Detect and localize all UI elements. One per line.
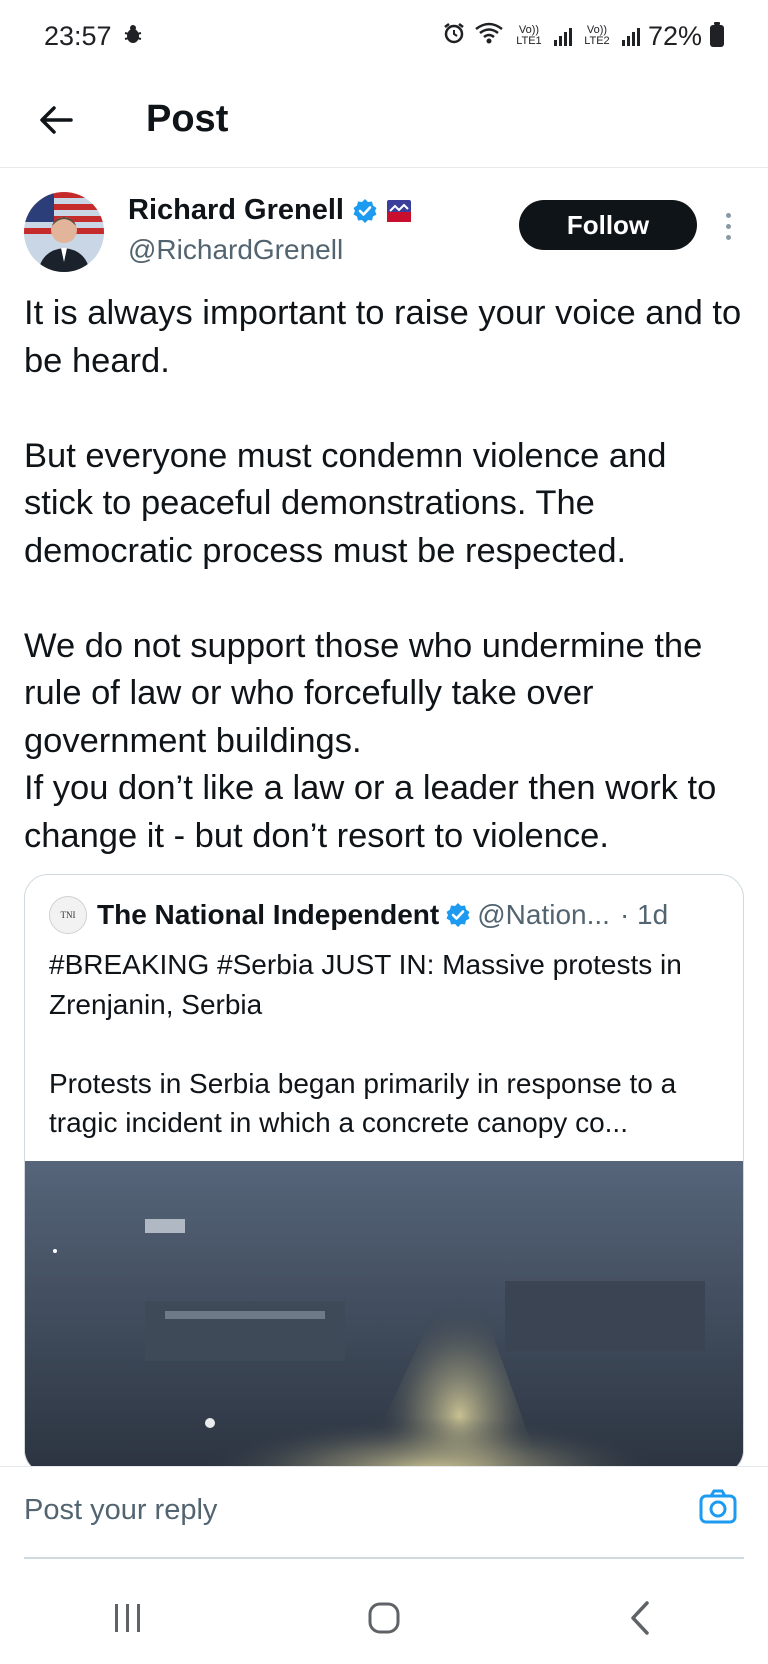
post-paragraph-4: If you don’t like a law or a leader then… — [24, 769, 717, 855]
reply-bar: Post your reply — [0, 1466, 768, 1559]
quoted-author-handle: @Nation... — [477, 899, 610, 930]
post-spacer — [24, 385, 744, 433]
arrow-left-icon — [40, 105, 73, 134]
home-button[interactable] — [354, 1588, 414, 1648]
page-title: Post — [146, 98, 229, 140]
post-paragraph-2: But everyone must condemn violence and s… — [24, 436, 667, 570]
post-author: Richard Grenell @RichardGrenell Follow — [0, 170, 768, 290]
signal-2-icon — [621, 26, 640, 46]
notification-bug-icon — [122, 21, 144, 52]
more-vertical-icon — [725, 212, 731, 240]
wifi-icon — [474, 21, 504, 52]
signal-1-icon — [553, 26, 572, 46]
quoted-paragraph-1: #BREAKING #Serbia JUST IN: Massive prote… — [49, 949, 682, 1020]
quoted-author-name: The National Independent — [97, 899, 440, 930]
camera-icon — [699, 1489, 737, 1524]
battery-icon — [710, 22, 724, 47]
verified-badge-icon — [446, 903, 470, 927]
system-back-button[interactable] — [610, 1588, 670, 1648]
follow-button[interactable]: Follow — [519, 200, 697, 250]
recents-button[interactable] — [98, 1588, 158, 1648]
status-bar: 23:57 Vo)) LTE1 Vo)) LTE2 72% — [0, 0, 768, 72]
more-options-button[interactable] — [716, 204, 740, 248]
author-handle[interactable]: @RichardGrenell — [128, 234, 343, 266]
protest-photo — [25, 1161, 743, 1473]
quoted-post[interactable]: TNI The National Independent @Nation... … — [24, 874, 744, 1474]
quoted-spacer — [49, 1024, 729, 1064]
reply-input[interactable]: Post your reply — [24, 1487, 644, 1533]
camera-button[interactable] — [698, 1487, 742, 1531]
status-time: 23:57 — [44, 20, 112, 51]
status-right: Vo)) LTE1 Vo)) LTE2 72% — [442, 21, 724, 52]
quoted-author-avatar: TNI — [49, 896, 87, 934]
author-name-row: Richard Grenell — [128, 194, 412, 227]
nav-back-icon — [631, 1601, 649, 1635]
home-icon — [368, 1602, 400, 1634]
recents-icon — [115, 1604, 140, 1632]
quoted-post-time: · 1d — [619, 899, 669, 930]
affiliate-badge-icon — [386, 199, 411, 222]
quoted-post-media[interactable] — [25, 1161, 743, 1473]
top-app-bar: Post — [0, 72, 768, 168]
sim1-tag: Vo)) LTE1 — [516, 24, 542, 47]
author-name[interactable]: Richard Grenell — [128, 194, 344, 227]
author-avatar[interactable] — [24, 192, 104, 272]
post-paragraph-3: We do not support those who undermine th… — [24, 626, 703, 760]
reply-divider — [24, 1557, 744, 1559]
alarm-icon — [442, 21, 466, 52]
status-left: 23:57 — [44, 21, 144, 52]
post-text: It is always important to raise your voi… — [24, 290, 744, 860]
sim2-tag: Vo)) LTE2 — [584, 24, 610, 47]
verified-badge-icon — [353, 198, 377, 223]
quoted-post-header: TNI The National Independent @Nation... … — [49, 895, 668, 935]
system-nav-bar — [0, 1572, 768, 1664]
back-button[interactable] — [28, 92, 84, 148]
post-spacer — [24, 575, 744, 623]
screen: 23:57 Vo)) LTE1 Vo)) LTE2 72% Post Richa… — [0, 0, 768, 1664]
quoted-post-text: #BREAKING #Serbia JUST IN: Massive prote… — [49, 945, 729, 1143]
post-paragraph-1: It is always important to raise your voi… — [24, 294, 742, 380]
battery-percent: 72% — [647, 20, 702, 51]
quoted-paragraph-2: Protests in Serbia began primarily in re… — [49, 1067, 677, 1139]
